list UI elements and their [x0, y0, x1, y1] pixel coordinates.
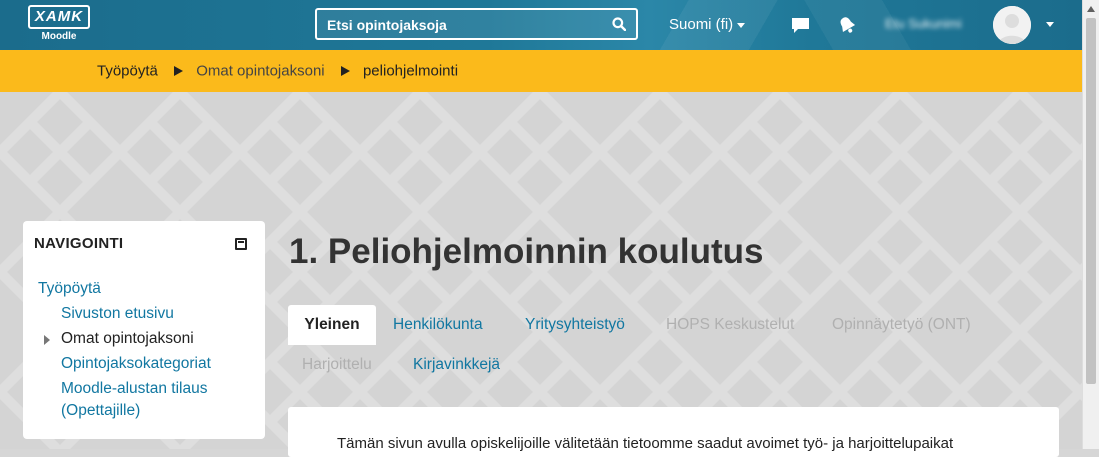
tab-henkilokunta[interactable]: Henkilökunta	[393, 316, 483, 334]
tab-hops-keskustelut[interactable]: HOPS Keskustelut	[666, 316, 794, 334]
expand-arrow-icon[interactable]	[44, 335, 50, 345]
course-search	[315, 8, 638, 40]
nav-item-moodle-alustan-tilaus[interactable]: Moodle-alustan tilaus	[61, 380, 207, 398]
user-menu-chevron-icon[interactable]	[1046, 22, 1054, 27]
breadcrumb-separator-icon	[174, 66, 184, 77]
tab-yritysyhteistyo[interactable]: Yritysyhteistyö	[525, 316, 625, 334]
tab-harjoittelu[interactable]: Harjoittelu	[302, 356, 372, 374]
tab-yleinen[interactable]: Yleinen	[288, 305, 376, 345]
scrollbar-thumb[interactable]	[1086, 18, 1096, 384]
breadcrumb-bar: Työpöytä Omat opintojaksoni peliohjelmoi…	[0, 50, 1082, 92]
collapse-block-icon[interactable]	[235, 238, 247, 250]
search-input[interactable]	[325, 14, 599, 36]
breadcrumb: Työpöytä Omat opintojaksoni peliohjelmoi…	[97, 62, 458, 80]
user-name[interactable]: Etu Sukunimi	[885, 16, 985, 32]
breadcrumb-item-omat-opintojaksoni[interactable]: Omat opintojaksoni	[196, 63, 324, 80]
breadcrumb-item-tyopoyta[interactable]: Työpöytä	[97, 63, 158, 80]
logo-subtitle: Moodle	[41, 31, 77, 42]
language-menu[interactable]: Suomi (fi)	[669, 16, 746, 33]
site-logo[interactable]: XAMK Moodle	[28, 5, 92, 47]
top-navbar: XAMK Moodle Suomi (fi) Etu Sukunimi	[0, 0, 1082, 50]
scroll-up-icon[interactable]	[1087, 6, 1095, 12]
nav-item-opintojaksokategoriat[interactable]: Opintojaksokategoriat	[61, 355, 211, 373]
nav-item-tyopoyta[interactable]: Työpöytä	[38, 280, 101, 298]
breadcrumb-separator-icon	[340, 66, 350, 77]
language-label: Suomi (fi)	[669, 16, 734, 33]
nav-item-sivuston-etusivu[interactable]: Sivuston etusivu	[61, 305, 174, 323]
logo-text: XAMK	[28, 5, 90, 29]
content-panel: Tämän sivun avulla opiskelijoille välite…	[288, 407, 1059, 457]
search-icon[interactable]	[612, 17, 626, 31]
breadcrumb-item-peliohjelmointi[interactable]: peliohjelmointi	[363, 63, 458, 80]
navigation-block: NAVIGOINTI Työpöytä Sivuston etusivu Oma…	[23, 221, 265, 439]
user-avatar-icon	[993, 6, 1031, 44]
avatar[interactable]	[993, 6, 1031, 44]
page-title: 1. Peliohjelmoinnin koulutus	[289, 232, 764, 271]
nav-item-opettajille[interactable]: (Opettajille)	[61, 402, 140, 420]
intro-text: Tämän sivun avulla opiskelijoille välite…	[337, 435, 954, 452]
chevron-down-icon	[737, 22, 746, 28]
chat-icon[interactable]	[791, 17, 810, 34]
tab-kirjavinkkeja[interactable]: Kirjavinkkejä	[413, 356, 500, 374]
tab-opinnaytetyo[interactable]: Opinnäytetyö (ONT)	[832, 316, 971, 334]
navigation-title: NAVIGOINTI	[34, 235, 124, 252]
bell-icon[interactable]	[837, 15, 857, 35]
nav-item-omat-opintojaksoni[interactable]: Omat opintojaksoni	[61, 330, 194, 348]
scrollbar[interactable]	[1082, 0, 1099, 449]
